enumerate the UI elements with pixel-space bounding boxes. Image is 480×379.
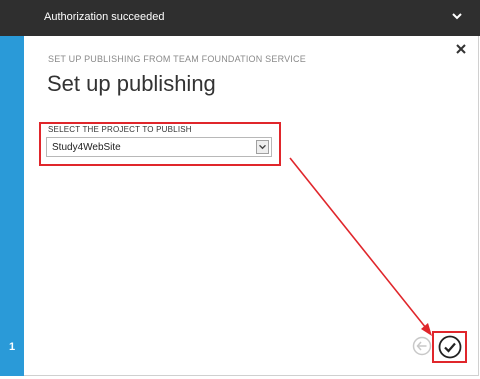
chevron-down-icon[interactable] — [450, 9, 464, 23]
checkmark-icon[interactable] — [438, 335, 462, 359]
close-icon[interactable] — [456, 44, 466, 54]
page-title: Set up publishing — [47, 71, 216, 96]
step-rail: 1 — [0, 36, 24, 376]
notification-bar: Authorization succeeded — [0, 0, 480, 36]
project-field-highlight — [39, 122, 281, 166]
step-number: 1 — [8, 341, 16, 353]
back-arrow-icon[interactable] — [412, 336, 432, 356]
notification-title: Authorization succeeded — [44, 11, 165, 23]
dialog-subtitle: SET UP PUBLISHING FROM TEAM FOUNDATION S… — [48, 54, 306, 64]
